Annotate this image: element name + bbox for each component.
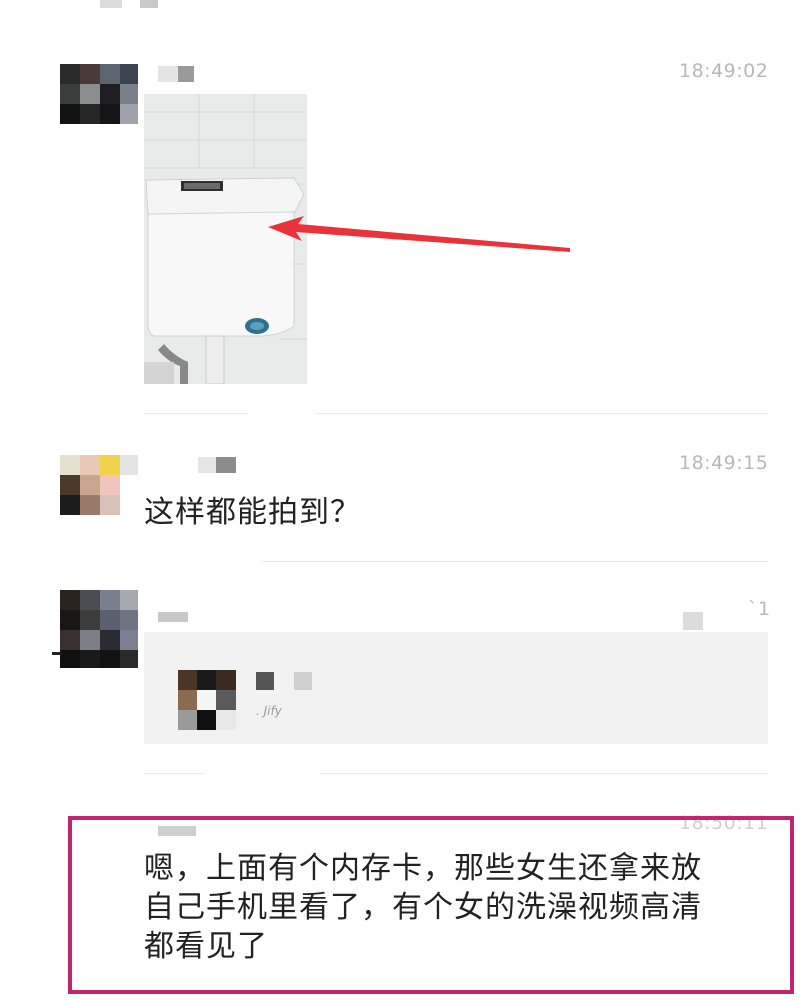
card-title-blurred	[256, 672, 274, 690]
card-title-blurred-2	[294, 672, 312, 690]
sender-name-blurred	[158, 66, 178, 82]
avatar-edge-mark	[52, 652, 62, 655]
highlight-box	[68, 816, 794, 994]
timestamp: `1	[748, 598, 771, 620]
card-caption: . Jify	[256, 704, 282, 718]
red-arrow-annotation	[268, 216, 570, 252]
top-blur-block-1	[100, 0, 122, 8]
card-thumbnail	[178, 670, 236, 730]
timestamp: 18:49:02	[679, 60, 769, 82]
sender-name-blurred-2	[178, 66, 194, 82]
shared-card[interactable]: . Jify	[144, 632, 768, 744]
top-blur-block-2	[140, 0, 158, 8]
divider	[144, 413, 248, 414]
timestamp-blurred	[683, 612, 703, 630]
message-text: 这样都能拍到？	[144, 495, 361, 530]
sender-name-blurred	[198, 457, 216, 473]
divider	[262, 561, 768, 562]
sender-name-blurred	[158, 612, 188, 622]
avatar[interactable]	[60, 455, 138, 515]
divider	[316, 413, 768, 414]
sender-name-blurred-2	[216, 457, 236, 473]
timestamp: 18:49:15	[679, 452, 769, 474]
divider	[144, 773, 204, 774]
avatar[interactable]	[60, 64, 138, 124]
divider	[320, 773, 768, 774]
avatar[interactable]	[60, 590, 138, 668]
